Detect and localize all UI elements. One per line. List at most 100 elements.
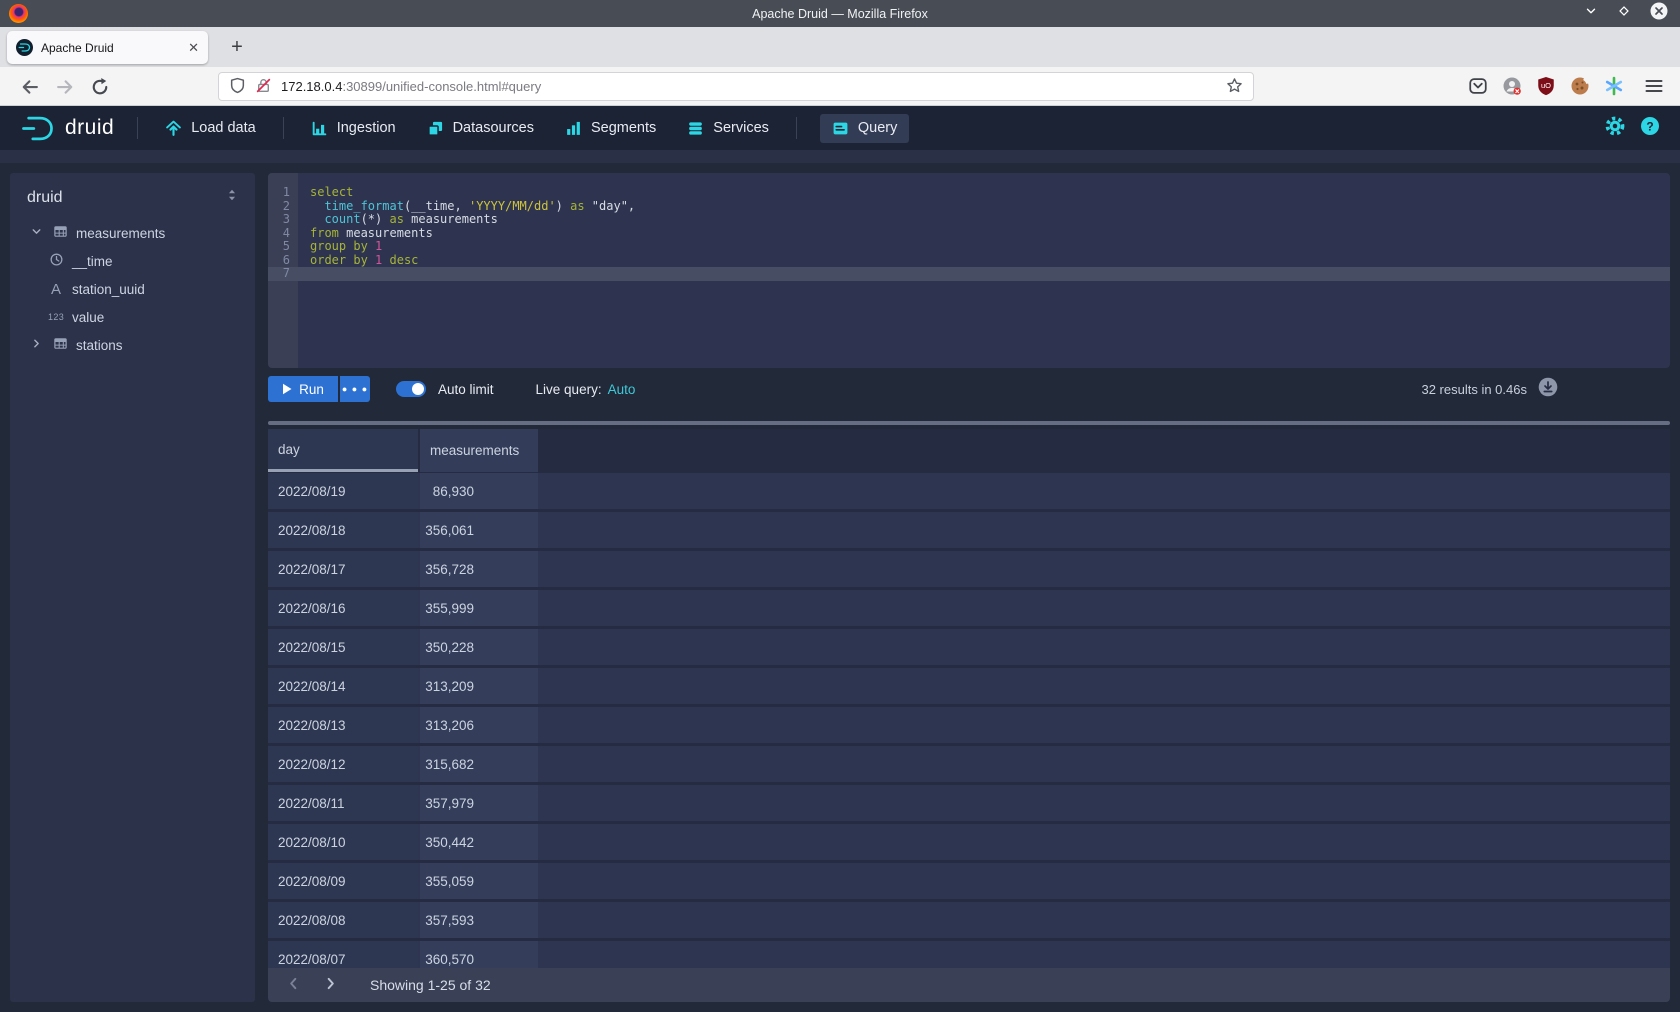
window-close-icon[interactable]	[1650, 2, 1668, 25]
cell-measurements[interactable]: 313,206	[420, 707, 538, 743]
cell-day[interactable]: 2022/08/12	[268, 746, 418, 782]
nav-datasources[interactable]: Datasources	[423, 114, 538, 143]
ublock-origin-icon[interactable]: uO	[1536, 76, 1556, 96]
table-row[interactable]: 2022/08/09355,059	[268, 863, 1670, 902]
reload-button-icon[interactable]	[90, 77, 110, 97]
extension-asterisk-icon[interactable]	[1604, 76, 1624, 96]
next-page-icon[interactable]	[323, 976, 338, 994]
table-row[interactable]: 2022/08/18356,061	[268, 512, 1670, 551]
nav-services[interactable]: Services	[683, 114, 773, 143]
sidebar-item-value[interactable]: 123 value	[10, 303, 255, 331]
cell-day[interactable]: 2022/08/08	[268, 902, 418, 938]
sidebar-item-time[interactable]: __time	[10, 247, 255, 275]
tracking-shield-icon[interactable]	[229, 77, 246, 97]
insecure-lock-icon[interactable]	[255, 77, 272, 97]
schema-sort-icon[interactable]	[225, 188, 239, 207]
browser-tab-apache-druid[interactable]: Apache Druid ✕	[7, 31, 208, 64]
cell-measurements[interactable]: 355,059	[420, 863, 538, 899]
clock-icon	[48, 252, 64, 270]
previous-page-icon[interactable]	[286, 976, 301, 994]
cell-day[interactable]: 2022/08/16	[268, 590, 418, 626]
measurement-value: 356,728	[425, 562, 474, 577]
table-row[interactable]: 2022/08/16 355,999	[268, 590, 1670, 629]
window-maximize-icon[interactable]	[1617, 4, 1631, 23]
editor-line[interactable]: 6order by 1 desc	[268, 254, 1670, 268]
editor-line[interactable]: 2 time_format(__time, 'YYYY/MM/dd') as "…	[268, 200, 1670, 214]
cell-measurements[interactable]: 86,930	[420, 473, 538, 509]
column-header-day[interactable]: day	[268, 429, 418, 472]
cell-day[interactable]: 2022/08/11	[268, 785, 418, 821]
cell-day[interactable]: 2022/08/14	[268, 668, 418, 704]
svg-text:uO: uO	[1541, 81, 1551, 90]
cell-day[interactable]: 2022/08/15	[268, 629, 418, 665]
back-button-icon[interactable]	[20, 77, 40, 97]
cell-day[interactable]: 2022/08/07	[268, 941, 418, 968]
table-row[interactable]: 2022/08/14313,209	[268, 668, 1670, 707]
code-line: order by 1 desc	[298, 254, 418, 268]
nav-load-data[interactable]: Load data	[161, 114, 260, 143]
settings-gear-icon[interactable]	[1605, 116, 1625, 141]
table-row[interactable]: 2022/08/13313,206	[268, 707, 1670, 746]
table-row[interactable]: 2022/08/07360,570	[268, 941, 1670, 968]
editor-line[interactable]: 7	[268, 267, 1670, 281]
sidebar-item-measurements[interactable]: measurements	[10, 219, 255, 247]
table-row[interactable]: 2022/08/11357,979	[268, 785, 1670, 824]
editor-line[interactable]: 5group by 1	[268, 240, 1670, 254]
help-icon[interactable]: ?	[1640, 116, 1660, 141]
editor-line[interactable]: 1select	[268, 186, 1670, 200]
cookie-icon[interactable]	[1570, 76, 1590, 96]
sidebar-item-station-uuid[interactable]: A station_uuid	[10, 275, 255, 303]
cell-day[interactable]: 2022/08/09	[268, 863, 418, 899]
editor-line[interactable]: 3 count(*) as measurements	[268, 213, 1670, 227]
chevron-right-icon[interactable]	[28, 337, 44, 353]
nav-segments[interactable]: Segments	[561, 114, 660, 143]
run-more-button[interactable]: ● ● ●	[340, 376, 370, 402]
cell-measurements[interactable]: 357,979	[420, 785, 538, 821]
table-row[interactable]: 2022/08/08357,593	[268, 902, 1670, 941]
cell-day[interactable]: 2022/08/19	[268, 473, 418, 509]
new-tab-button[interactable]: +	[224, 34, 250, 60]
cell-measurements[interactable]: 356,061	[420, 512, 538, 548]
account-icon[interactable]	[1502, 76, 1522, 96]
table-row[interactable]: 2022/08/17 356,728	[268, 551, 1670, 590]
nav-ingestion[interactable]: Ingestion	[307, 114, 400, 143]
panel-resize-handle[interactable]	[268, 421, 1670, 425]
bookmark-star-icon[interactable]	[1226, 77, 1243, 97]
table-row[interactable]: 2022/08/1986,930	[268, 473, 1670, 512]
cell-measurements[interactable]: 350,442	[420, 824, 538, 860]
cell-day[interactable]: 2022/08/18	[268, 512, 418, 548]
menu-hamburger-icon[interactable]	[1644, 76, 1664, 96]
measurement-value: 355,999	[425, 601, 474, 616]
sql-editor[interactable]: 1select2 time_format(__time, 'YYYY/MM/dd…	[268, 173, 1670, 368]
url-bar[interactable]: 172.18.0.4:30899/unified-console.html#qu…	[218, 72, 1254, 101]
auto-limit-toggle[interactable]	[396, 381, 426, 397]
run-button[interactable]: Run	[268, 376, 338, 402]
cell-measurements[interactable]: 313,209	[420, 668, 538, 704]
table-row[interactable]: 2022/08/10350,442	[268, 824, 1670, 863]
pocket-icon[interactable]	[1468, 76, 1488, 96]
chevron-down-icon[interactable]	[28, 225, 44, 241]
sidebar-item-stations[interactable]: stations	[10, 331, 255, 359]
svg-text:?: ?	[1646, 119, 1653, 133]
table-row[interactable]: 2022/08/12315,682	[268, 746, 1670, 785]
cell-measurements[interactable]: 356,728	[420, 551, 538, 587]
druid-brand[interactable]: druid	[20, 115, 114, 142]
table-row[interactable]: 2022/08/15350,228	[268, 629, 1670, 668]
cell-day[interactable]: 2022/08/17	[268, 551, 418, 587]
window-minimize-icon[interactable]	[1584, 4, 1598, 23]
cell-measurements[interactable]: 360,570	[420, 941, 538, 968]
download-results-icon[interactable]	[1538, 377, 1558, 402]
cell-measurements[interactable]: 315,682	[420, 746, 538, 782]
nav-query[interactable]: Query	[820, 114, 910, 143]
live-query-value[interactable]: Auto	[608, 382, 636, 397]
cell-measurements[interactable]: 350,228	[420, 629, 538, 665]
cell-measurements[interactable]: 357,593	[420, 902, 538, 938]
cell-day[interactable]: 2022/08/10	[268, 824, 418, 860]
forward-button-icon[interactable]	[55, 77, 75, 97]
tab-close-icon[interactable]: ✕	[188, 41, 199, 54]
cell-day[interactable]: 2022/08/13	[268, 707, 418, 743]
cell-measurements[interactable]: 355,999	[420, 590, 538, 626]
column-header-measurements[interactable]: measurements	[420, 429, 538, 472]
header-shadow-strip	[0, 150, 1680, 163]
editor-line[interactable]: 4from measurements	[268, 227, 1670, 241]
